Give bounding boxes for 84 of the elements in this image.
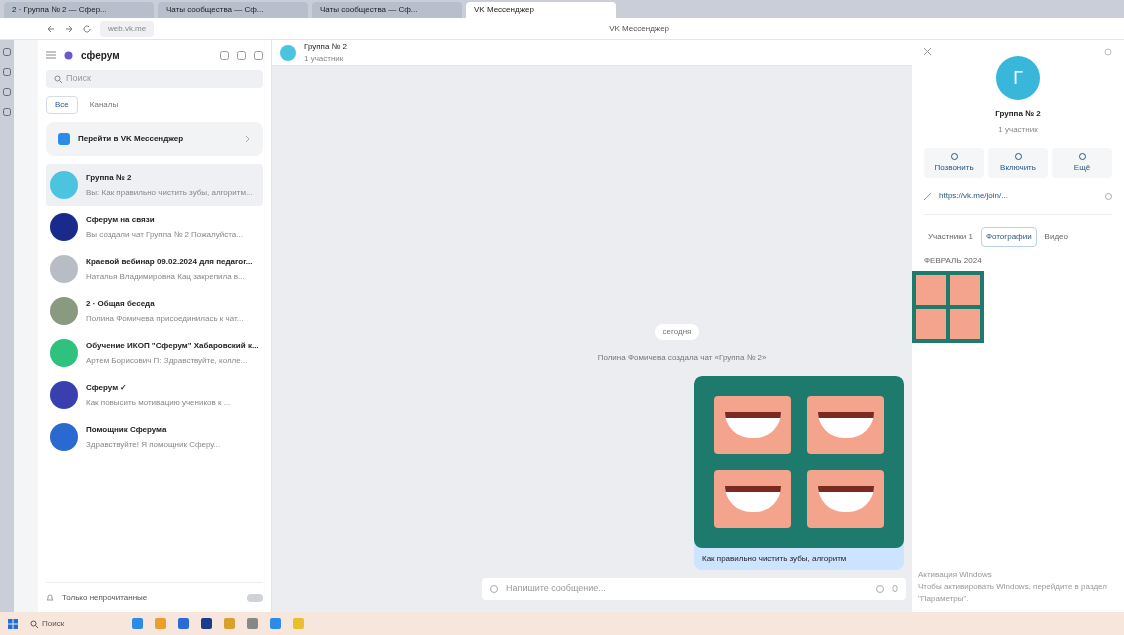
info-tab[interactable]: Видео <box>1040 227 1072 247</box>
group-title: Группа № 2 <box>995 108 1041 120</box>
chat-title: Группа № 2 <box>86 171 133 184</box>
chat-preview: Наталья Владимировна Кац закрепила в... <box>86 270 246 283</box>
chat-list-item[interactable]: Обучение ИКОП "Сферум" Хабаровский к... Артем Борисович П: Здравствуйте, колле... <box>46 332 263 374</box>
taskbar-app-icon[interactable] <box>247 618 258 629</box>
reload-icon[interactable] <box>82 23 92 34</box>
search-box[interactable]: Поиск <box>46 70 263 88</box>
action-button[interactable]: Включить <box>988 148 1048 178</box>
action-icon[interactable] <box>1014 152 1022 160</box>
emoji-icon[interactable] <box>876 585 884 593</box>
start-icon[interactable] <box>8 618 18 629</box>
photo-thumbnail[interactable] <box>912 271 984 343</box>
chat-title: Краевой вебинар 09.02.2024 для педагог... <box>86 255 253 268</box>
chat-list-item[interactable]: Краевой вебинар 09.02.2024 для педагог... Наталья Владимировна Кац закрепила в... <box>46 248 263 290</box>
back-icon[interactable] <box>46 23 56 34</box>
search-field[interactable]: Поиск <box>66 72 255 86</box>
action-icon[interactable] <box>950 152 958 160</box>
chat-title: Сферум на связи <box>86 213 156 226</box>
date-label: сегодня <box>654 324 700 340</box>
taskbar-app-icon[interactable] <box>201 618 212 629</box>
chat-list-item[interactable]: Группа № 2 Вы: Как правильно чистить зубы, алгоритм... <box>46 164 263 206</box>
group-avatar: Г <box>996 56 1040 100</box>
chat-title: Сферум ✓ <box>86 381 129 394</box>
sidebar-app-icon[interactable] <box>3 68 11 76</box>
menu-icon[interactable] <box>46 51 56 59</box>
logo-icon[interactable] <box>64 50 73 60</box>
info-tab[interactable]: Участники 1 <box>924 227 977 247</box>
promo-link[interactable]: Перейти в VK Мессенджер <box>46 122 263 156</box>
message-input[interactable]: Напишите сообщение... <box>506 582 868 596</box>
browser-tab[interactable]: Чаты сообщества — Сф... <box>312 2 462 18</box>
chat-preview: Здравствуйте! Я помощник Сферу... <box>86 438 221 451</box>
group-subtitle: 1 участник <box>998 124 1038 136</box>
message-text: Как правильно чистить зубы, алгоритм <box>701 553 848 565</box>
close-icon[interactable] <box>924 48 931 55</box>
invite-link[interactable]: https://vk.me/join/... <box>939 190 1097 202</box>
taskbar-app-icon[interactable] <box>270 618 281 629</box>
messenger-logo-icon[interactable] <box>58 133 70 145</box>
action-button[interactable]: Позвонить <box>924 148 984 178</box>
chat-list-item[interactable]: 2 · Общая беседа Полина Фомичева присоединилась к чат... <box>46 290 263 332</box>
chat-preview: Как повысить мотивацию учеников к ... <box>86 396 231 409</box>
chat-title: 2 · Общая беседа <box>86 297 156 310</box>
chat-preview: Вы создали чат Группа № 2 Пожалуйста... <box>86 228 243 241</box>
chat-list-item[interactable]: Сферум ✓ Как повысить мотивацию учеников к ... <box>46 374 263 416</box>
sidebar-app-icon[interactable] <box>3 48 11 56</box>
taskbar-app-icon[interactable] <box>178 618 189 629</box>
chat-preview: Полина Фомичева присоединилась к чат... <box>86 312 244 325</box>
activation-title: Активация Windows <box>918 569 992 581</box>
chevron-icon[interactable] <box>245 135 251 143</box>
search-icon[interactable] <box>30 619 38 628</box>
service-message: Полина Фомичева создала чат «Группа № 2» <box>597 352 767 364</box>
activation-text: Чтобы активировать Windows, перейдите в раздел "Параметры". <box>918 581 1108 605</box>
page-title: VK Мессенджер <box>608 22 671 35</box>
info-tab[interactable]: Фотографии <box>980 227 1037 247</box>
message-composer[interactable]: Напишите сообщение... <box>482 578 906 600</box>
forward-icon[interactable] <box>64 23 74 34</box>
browser-tab[interactable]: Чаты сообщества — Сф... <box>158 2 308 18</box>
chat-avatar <box>280 44 296 61</box>
month-label: ФЕВРАЛЬ 2024 <box>924 255 983 267</box>
unread-filter-label: Только непрочитанные <box>62 591 149 604</box>
pencil-icon[interactable] <box>924 192 931 200</box>
microphone-icon[interactable] <box>892 584 898 594</box>
chat-list-item[interactable]: Сферум на связи Вы создали чат Группа № 2 Пожалуйста... <box>46 206 263 248</box>
search-icon[interactable] <box>54 75 62 83</box>
chat-header-title: Группа № 2 <box>304 40 347 53</box>
chat-preview: Вы: Как правильно чистить зубы, алгоритм... <box>86 186 253 199</box>
action-icon[interactable] <box>1078 152 1086 160</box>
filter-tab[interactable]: Все <box>46 96 78 114</box>
action-button[interactable]: Ещё <box>1052 148 1112 178</box>
account-name[interactable]: сферум <box>81 47 212 63</box>
unread-toggle[interactable] <box>247 593 263 602</box>
chat-title: Помощник Сферума <box>86 423 168 436</box>
browser-tab[interactable]: VK Мессенджер <box>466 2 616 18</box>
chat-header-subtitle: 1 участник <box>304 52 345 65</box>
bell-icon[interactable] <box>46 593 54 602</box>
filter-tab[interactable]: Каналы <box>85 97 123 113</box>
browser-tab[interactable]: 2 · Группа № 2 — Сфер... <box>4 2 154 18</box>
taskbar-search[interactable]: Поиск <box>30 617 120 630</box>
taskbar-app-icon[interactable] <box>132 618 143 629</box>
chat-list-item[interactable]: Помощник Сферума Здравствуйте! Я помощник Сферу... <box>46 416 263 458</box>
sidebar-app-icon[interactable] <box>3 108 11 116</box>
chat-preview: Артем Борисович П: Здравствуйте, колле... <box>86 354 249 367</box>
chat-title: Обучение ИКОП "Сферум" Хабаровский к... <box>86 339 259 352</box>
sidebar-app-icon[interactable] <box>3 88 11 96</box>
